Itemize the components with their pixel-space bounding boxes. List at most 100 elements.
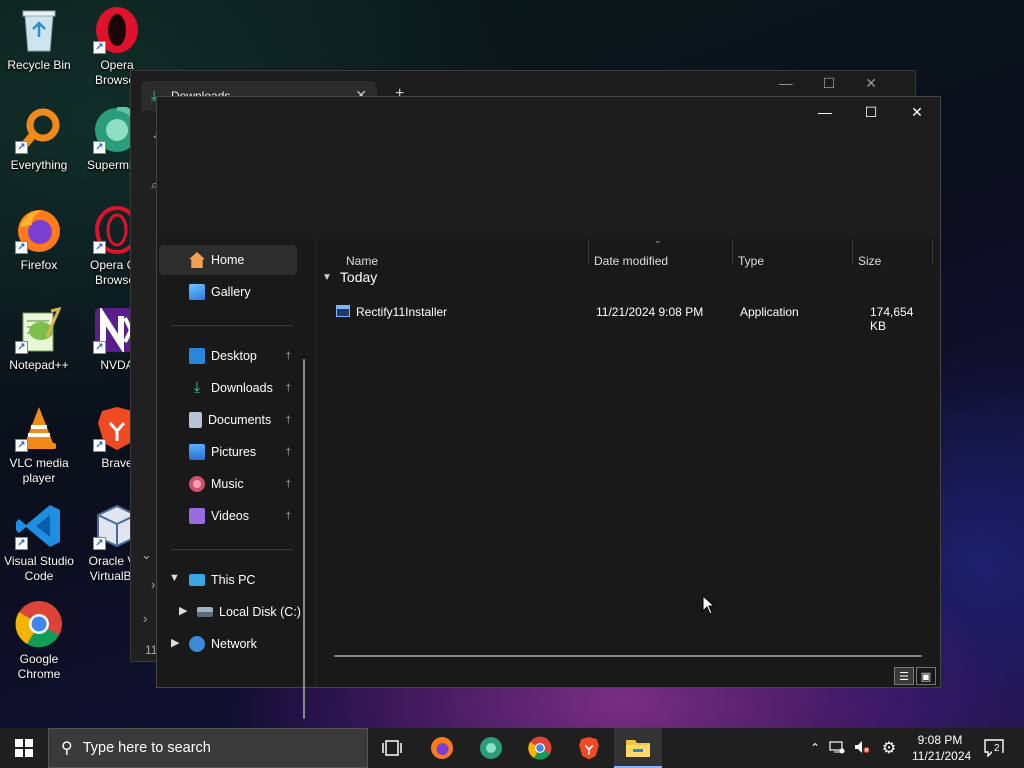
file-row[interactable]: Rectify11Installer 11/21/2024 9:08 PM Ap… xyxy=(330,299,930,333)
notepadpp-icon: ↗ xyxy=(15,306,63,354)
taskbar-supermium[interactable] xyxy=(467,728,515,768)
taskbar-file-explorer[interactable] xyxy=(614,728,662,768)
firefox-icon xyxy=(431,737,453,759)
show-hidden-icons-icon[interactable]: ⌃ xyxy=(806,741,824,755)
nav-label: Desktop xyxy=(211,349,257,363)
nav-item-pictures[interactable]: Pictures † xyxy=(159,437,297,467)
minimize-button[interactable]: — xyxy=(802,97,848,127)
brave-icon xyxy=(579,737,599,760)
network-icon xyxy=(189,636,205,652)
pin-icon[interactable]: † xyxy=(285,447,291,458)
desktop-icon-label: Google Chrome xyxy=(17,652,61,681)
videos-icon xyxy=(189,508,205,524)
column-header-size[interactable]: Size xyxy=(852,251,932,271)
details-view-icon[interactable]: ☰ xyxy=(894,667,914,685)
background-window-controls[interactable]: —☐✕ xyxy=(779,75,907,92)
drive-icon xyxy=(197,607,213,617)
start-button[interactable] xyxy=(0,728,48,768)
column-separator[interactable] xyxy=(932,239,933,265)
nav-item-documents[interactable]: Documents † xyxy=(159,405,297,435)
recycle-bin-icon xyxy=(15,6,63,54)
close-button[interactable]: ✕ xyxy=(894,97,940,127)
nav-label: Pictures xyxy=(211,445,257,459)
desktop-icon-firefox[interactable]: ↗ Firefox xyxy=(0,200,78,296)
taskbar-search-box[interactable]: ⚲ Type here to search xyxy=(48,728,368,768)
search-placeholder: Type here to search xyxy=(82,740,211,756)
nav-label: Home xyxy=(211,253,245,267)
horizontal-scrollbar[interactable] xyxy=(334,655,922,657)
column-header-name[interactable]: Name xyxy=(340,251,590,271)
shortcut-arrow-icon: ↗ xyxy=(15,241,28,254)
shortcut-arrow-icon: ↗ xyxy=(93,141,106,154)
opera-icon: ↗ xyxy=(93,6,141,54)
home-icon xyxy=(189,252,205,268)
taskbar-chrome[interactable] xyxy=(516,728,564,768)
desktop-icon-everything[interactable]: ↗ Everything xyxy=(0,100,78,196)
file-date: 11/21/2024 9:08 PM xyxy=(596,305,704,319)
nav-label: Local Disk (C:) xyxy=(219,605,301,619)
nav-item-network[interactable]: Network xyxy=(159,629,297,659)
desktop-icon-label: Visual Studio Code xyxy=(4,554,74,583)
taskbar-firefox[interactable] xyxy=(418,728,466,768)
explorer-body: Home Gallery Desktop † ⤓ Downloads † Doc… xyxy=(157,235,940,719)
pin-icon[interactable]: † xyxy=(285,351,291,362)
taskbar-clock[interactable]: 9:08 PM 11/21/2024 xyxy=(912,732,972,764)
chevron-right-icon[interactable]: › xyxy=(143,611,147,626)
nav-label: Music xyxy=(211,477,244,491)
nav-item-this-pc[interactable]: This PC xyxy=(159,565,297,595)
collapse-group-icon[interactable]: ▼ xyxy=(322,272,332,283)
settings-gear-icon[interactable]: ⚙ xyxy=(874,738,904,758)
chevron-right-icon[interactable]: › xyxy=(151,577,155,592)
notification-center-button[interactable]: 2 xyxy=(980,728,1008,768)
nav-label: Documents xyxy=(208,413,272,427)
tiles-view-icon[interactable]: ▣ xyxy=(916,667,936,685)
column-header-type[interactable]: Type xyxy=(732,251,852,271)
clock-date: 11/21/2024 xyxy=(912,749,972,763)
pin-icon[interactable]: † xyxy=(285,415,291,426)
file-size: 174,654 KB xyxy=(870,305,914,333)
shortcut-arrow-icon: ↗ xyxy=(93,41,106,54)
desktop-icon-vlc[interactable]: ↗ VLC media player xyxy=(0,398,78,494)
desktop-icon-label: Firefox xyxy=(20,258,58,272)
pin-icon[interactable]: † xyxy=(285,479,291,490)
vscode-icon: ↗ xyxy=(15,502,63,550)
download-icon: ⤓ xyxy=(193,379,201,396)
desktop-icon-vscode[interactable]: ↗ Visual Studio Code xyxy=(0,496,78,592)
nav-item-gallery[interactable]: Gallery xyxy=(159,277,297,307)
nav-divider xyxy=(171,549,293,550)
title-bar[interactable]: — ☐ ✕ xyxy=(157,97,940,237)
desktop-icon-notepadpp[interactable]: ↗ Notepad++ xyxy=(0,300,78,396)
chevron-down-icon[interactable]: ⌄ xyxy=(141,547,152,563)
nav-label: Network xyxy=(211,637,257,651)
task-view-icon xyxy=(382,740,402,756)
vlc-icon: ↗ xyxy=(15,404,63,452)
desktop-icon-recycle-bin[interactable]: Recycle Bin xyxy=(0,0,78,96)
pin-icon[interactable]: † xyxy=(285,383,291,394)
nav-item-music[interactable]: Music † xyxy=(159,469,297,499)
pin-icon[interactable]: † xyxy=(285,511,291,522)
shortcut-arrow-icon: ↗ xyxy=(93,341,106,354)
taskbar-brave[interactable] xyxy=(565,728,613,768)
network-tray-icon[interactable] xyxy=(824,740,850,757)
nav-item-videos[interactable]: Videos † xyxy=(159,501,297,531)
nav-item-downloads[interactable]: ⤓ Downloads † xyxy=(159,373,297,403)
documents-icon xyxy=(189,412,202,428)
nav-item-local-disk[interactable]: Local Disk (C:) xyxy=(159,597,305,627)
shortcut-arrow-icon: ↗ xyxy=(93,241,106,254)
file-list-pane[interactable]: Name Date modified ⌄ Type Size ▼ Today R… xyxy=(315,235,940,687)
group-header-today[interactable]: ▼ Today xyxy=(322,269,377,285)
computer-icon xyxy=(189,574,205,586)
desktop-icon-chrome[interactable]: Google Chrome xyxy=(0,594,78,690)
column-header-date-modified[interactable]: Date modified xyxy=(588,251,732,271)
application-icon xyxy=(336,305,350,317)
nav-item-home[interactable]: Home xyxy=(159,245,297,275)
maximize-button[interactable]: ☐ xyxy=(848,97,894,127)
nav-item-desktop[interactable]: Desktop † xyxy=(159,341,297,371)
task-view-button[interactable] xyxy=(368,728,416,768)
explorer-window[interactable]: — ☐ ✕ Home Gallery Desktop † ⤓ Downloads xyxy=(156,96,941,719)
sort-indicator-icon: ⌄ xyxy=(654,235,662,245)
navigation-scrollbar[interactable] xyxy=(303,359,305,719)
nav-label: This PC xyxy=(211,573,256,587)
file-name: Rectify11Installer xyxy=(356,305,448,319)
volume-muted-icon[interactable] xyxy=(850,740,874,757)
